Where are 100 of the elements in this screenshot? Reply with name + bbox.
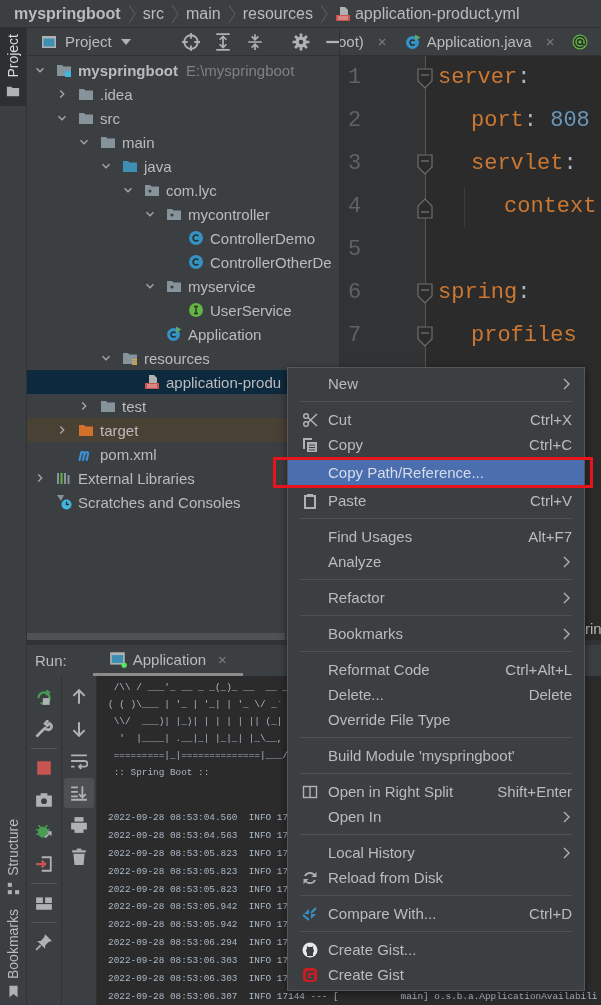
structure-icon: [6, 881, 20, 895]
scratch-clock-icon: [56, 494, 72, 510]
tree-item[interactable]: resources: [144, 349, 210, 367]
menu-item[interactable]: Open In: [288, 804, 584, 829]
yaml-key: spring: [438, 280, 518, 305]
tree-item[interactable]: UserService: [210, 301, 292, 319]
tree-item[interactable]: External Libraries: [78, 469, 195, 487]
menu-item[interactable]: Open in Right Split Shift+Enter: [288, 779, 584, 804]
cat-silhouette-icon: [302, 941, 318, 958]
clipboard-icon: [302, 492, 318, 509]
menu-item[interactable]: Local History: [288, 840, 584, 865]
menu-item[interactable]: Compare With... Ctrl+D: [288, 901, 584, 926]
wrench-icon[interactable]: [35, 720, 53, 738]
console-window-icon: [108, 650, 127, 668]
logo-icon: [302, 966, 318, 983]
menu-item[interactable]: Copy Ctrl+C: [288, 432, 584, 457]
yaml-key: context: [504, 194, 597, 219]
collapse-all-icon[interactable]: [245, 32, 264, 51]
fold-icon[interactable]: [417, 197, 433, 219]
tree-item[interactable]: myservice: [188, 277, 256, 295]
split-view-icon: [302, 783, 318, 800]
menu-item[interactable]: Find Usages Alt+F7: [288, 524, 584, 549]
soft-wrap-icon[interactable]: [70, 752, 88, 770]
folder-icon: [78, 110, 94, 126]
menu-item[interactable]: Analyze: [288, 549, 584, 574]
expand-all-icon[interactable]: [213, 32, 232, 51]
tree-item[interactable]: ControllerDemo: [210, 229, 316, 247]
layout-icon[interactable]: [35, 894, 53, 912]
tree-item[interactable]: mycontroller: [188, 205, 270, 223]
rerun-icon[interactable]: [35, 688, 53, 706]
breadcrumb-item[interactable]: myspringboot: [14, 4, 121, 23]
fold-icon[interactable]: [417, 283, 433, 305]
tree-item[interactable]: target: [100, 421, 139, 439]
breadcrumb-item[interactable]: main: [186, 4, 221, 23]
breadcrumb-item[interactable]: application-product.yml: [354, 4, 520, 23]
arrow-up-icon[interactable]: [70, 688, 88, 706]
tree-item[interactable]: com.lyc: [166, 181, 217, 199]
bug-icon[interactable]: [35, 823, 53, 841]
menu-item[interactable]: Build Module 'myspringboot': [288, 743, 584, 768]
shortcut-hint: Ctrl+C: [529, 436, 572, 453]
tree-item[interactable]: myspringboot: [78, 61, 178, 79]
menu-item[interactable]: Bookmarks: [288, 621, 584, 646]
menu-item[interactable]: Paste Ctrl+V: [288, 488, 584, 513]
tree-item[interactable]: src: [100, 109, 120, 127]
editor-tab[interactable]: Application.java ×: [404, 28, 563, 55]
window-icon: [41, 33, 57, 50]
trash-icon[interactable]: [70, 848, 88, 866]
folder-icon: [78, 86, 94, 102]
tree-item[interactable]: main: [122, 133, 155, 151]
interface-icon: [188, 302, 204, 318]
camera-icon[interactable]: [35, 791, 53, 809]
colon: :: [523, 108, 537, 133]
tree-item[interactable]: Application: [188, 325, 262, 343]
menu-item[interactable]: Create Gist: [288, 962, 584, 987]
breadcrumb-item[interactable]: resources: [242, 4, 313, 23]
pin-icon[interactable]: [35, 933, 53, 951]
log-line: 2022-09-28 08:53:04.563 INFO 17: [108, 828, 289, 843]
log-line: 2022-09-28 08:53:06.303 INFO 17: [108, 954, 289, 969]
bookmark-icon: [6, 984, 20, 998]
menu-item[interactable]: Delete... Delete: [288, 682, 584, 707]
menu-item[interactable]: Override File Type: [288, 707, 584, 732]
menu-item[interactable]: Cut Ctrl+X: [288, 407, 584, 432]
fold-icon[interactable]: [417, 68, 433, 90]
path-hint: E:\myspringboot: [186, 61, 295, 79]
fold-icon[interactable]: [417, 154, 433, 176]
scrollbar[interactable]: [27, 633, 285, 640]
menu-item[interactable]: Copy Path/Reference...: [288, 460, 584, 485]
menu-item[interactable]: Reload from Disk: [288, 865, 584, 890]
tree-item[interactable]: ControllerOtherDe: [210, 253, 332, 271]
yaml-key: profiles: [471, 323, 577, 348]
tool-window-tab[interactable]: Project: [0, 28, 26, 106]
shortcut-hint: Ctrl+V: [529, 492, 572, 509]
console-line: \\/ ___)| |_)| | | | | || (_|: [112, 715, 283, 729]
exit-icon[interactable]: [35, 855, 53, 873]
log-line: 2022-09-28 08:53:05.823 INFO 17: [108, 864, 289, 879]
package-icon: [144, 182, 160, 198]
package-icon: [166, 278, 182, 294]
tree-item[interactable]: application-produ: [166, 373, 282, 391]
run-class-icon: [166, 326, 182, 342]
menu-item[interactable]: Create Gist...: [288, 937, 584, 962]
tree-item[interactable]: java: [144, 157, 172, 175]
menu-item[interactable]: Reformat Code Ctrl+Alt+L: [288, 657, 584, 682]
arrow-down-icon[interactable]: [70, 720, 88, 738]
view-selector[interactable]: Project: [41, 33, 132, 50]
fold-icon[interactable]: [417, 326, 433, 348]
tool-window-tab[interactable]: Bookmarks: [0, 902, 26, 1005]
tool-window-tab[interactable]: Structure: [0, 812, 26, 903]
tree-item[interactable]: test: [122, 397, 147, 415]
settings-icon[interactable]: [291, 32, 310, 51]
breadcrumb-item[interactable]: src: [142, 4, 164, 23]
tree-item[interactable]: Scratches and Consoles: [78, 493, 241, 511]
crosshair-icon[interactable]: [181, 32, 200, 51]
separator-chevron-icon: [171, 3, 179, 24]
stop-icon[interactable]: [35, 759, 53, 777]
colon: :: [517, 280, 531, 305]
scroll-to-end-icon[interactable]: [70, 784, 88, 802]
tree-item[interactable]: .idea: [100, 85, 133, 103]
tree-item[interactable]: pom.xml: [100, 445, 157, 463]
printer-icon[interactable]: [70, 816, 88, 834]
menu-item[interactable]: Refactor: [288, 585, 584, 610]
